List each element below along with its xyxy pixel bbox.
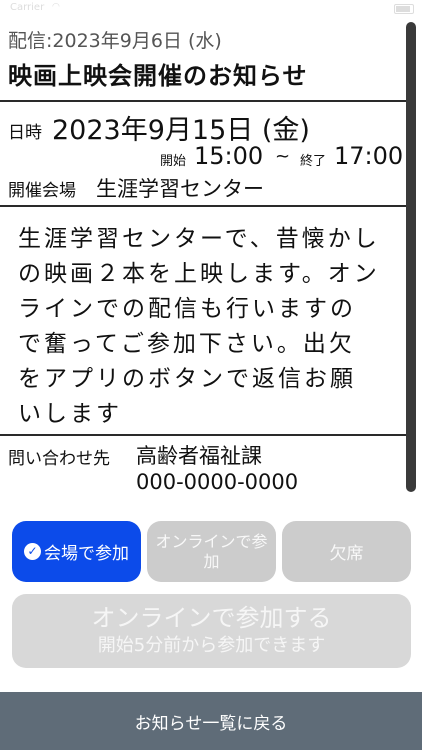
carrier-text: Carrier <box>10 2 45 13</box>
contact-label: 問い合わせ先 <box>8 449 110 469</box>
venue-value: 生涯学習センター <box>96 177 264 201</box>
divider <box>0 100 408 102</box>
event-date: 2023年9月15日 (金) <box>52 115 310 146</box>
posted-date: 配信:2023年9月6日 (水) <box>8 30 222 52</box>
start-label: 開始 <box>160 154 187 169</box>
scrollbar[interactable] <box>406 22 416 492</box>
venue-label: 開催会場 <box>8 181 76 201</box>
notice-body: 生涯学習センターで、昔懐かしの映画２本を上映します。オンラインでの配信も行います… <box>18 226 380 427</box>
divider <box>0 205 408 207</box>
attend-venue-button[interactable]: ✓ 会場で参加 <box>12 521 141 582</box>
absent-label: 欠席 <box>329 544 364 564</box>
checkmark-icon: ✓ <box>24 543 41 560</box>
end-label: 終了 <box>300 154 327 169</box>
end-time: 17:00 <box>334 142 404 170</box>
join-online-button[interactable]: オンラインで参加する 開始5分前から参加できます <box>12 594 411 668</box>
join-online-note: 開始5分前から参加できます <box>97 635 326 656</box>
date-label: 日時 <box>8 123 42 143</box>
attend-venue-label: 会場で参加 <box>44 544 129 564</box>
wifi-icon: ◠ <box>52 2 60 12</box>
attend-online-button[interactable]: オンラインで参加 <box>147 521 276 582</box>
status-bar: Carrier ◠ <box>0 0 422 20</box>
back-to-list-label: お知らせ一覧に戻る <box>134 713 288 734</box>
contact-phone[interactable]: 000-0000-0000 <box>136 470 298 494</box>
absent-button[interactable]: 欠席 <box>282 521 411 582</box>
back-to-list-button[interactable]: お知らせ一覧に戻る <box>0 692 422 750</box>
notice-title: 映画上映会開催のお知らせ <box>8 62 308 90</box>
join-online-label: オンラインで参加する <box>91 604 332 632</box>
contact-department: 高齢者福祉課 <box>136 444 262 468</box>
start-time: 15:00 <box>194 142 264 170</box>
time-separator: ~ <box>275 146 291 167</box>
attend-online-label: オンラインで参加 <box>155 531 268 571</box>
battery-icon <box>394 4 414 14</box>
divider <box>0 434 408 436</box>
